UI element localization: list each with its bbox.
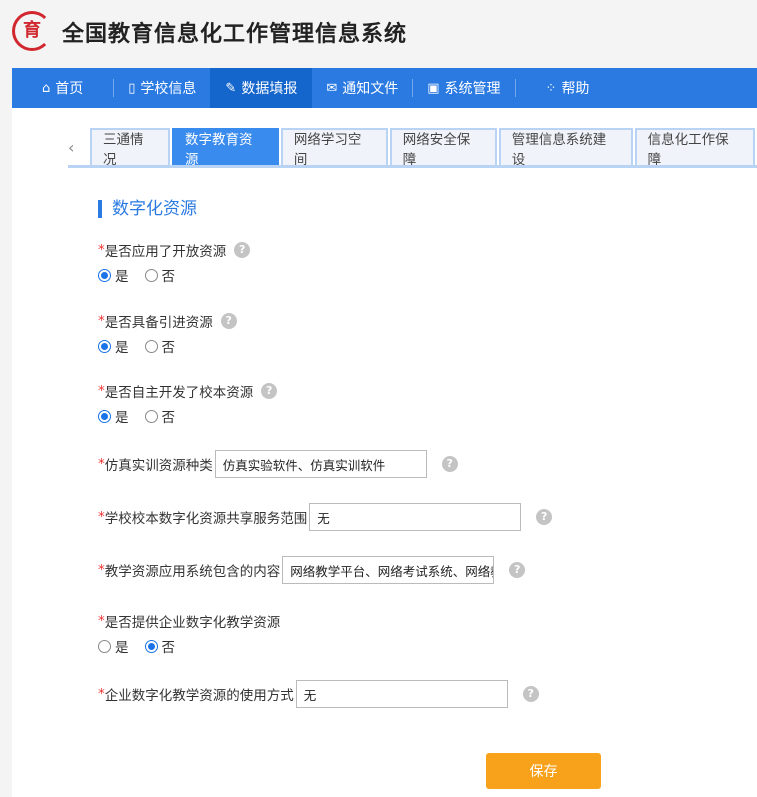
tab-digital-resources[interactable]: 数字教育资源	[171, 128, 279, 168]
save-button[interactable]: 保存	[486, 753, 601, 789]
radio-yes[interactable]: 是	[98, 265, 129, 285]
label-text: 教学资源应用系统包含的内容	[104, 564, 281, 580]
tab-underline	[68, 165, 757, 168]
help-icon[interactable]: ?	[441, 456, 458, 472]
usage-mode-input[interactable]: 无	[295, 680, 508, 708]
required-mark: *	[98, 456, 105, 472]
radio-button[interactable]	[144, 409, 158, 423]
nav-help[interactable]: ⁘ 帮助	[516, 68, 604, 108]
option-label: 是	[115, 640, 129, 656]
logo-icon: 育	[12, 11, 52, 51]
question-label: * 是否应用了开放资源?	[98, 240, 251, 260]
question-label: * 是否自主开发了校本资源?	[98, 381, 278, 401]
required-mark: *	[98, 613, 105, 629]
nav-label: 首页	[55, 81, 84, 97]
nav-system-admin[interactable]: ▣ 系统管理	[413, 68, 514, 108]
section-title: 数字化资源	[98, 200, 197, 218]
question-row: * 学校校本数字化资源共享服务范围无?	[98, 503, 553, 531]
radio-no[interactable]: 否	[144, 336, 176, 356]
nav-notices[interactable]: ✉ 通知文件	[312, 68, 412, 108]
system-content-input[interactable]: 网络教学平台、网络考试系统、网络教	[282, 556, 495, 584]
share-scope-input[interactable]: 无	[309, 503, 522, 531]
nav-home[interactable]: ⌂ 首页	[12, 68, 113, 108]
main-nav: ⌂ 首页 ▯ 学校信息 ✎ 数据填报 ✉ 通知文件 ▣ 系统管理 ⁘ 帮助	[12, 68, 757, 108]
monitor-icon: ▣	[427, 80, 440, 96]
radio-button[interactable]	[98, 639, 111, 653]
label-text: 是否具备引进资源	[104, 315, 213, 331]
radio-button[interactable]	[98, 339, 111, 353]
app-title: 全国教育信息化工作管理信息系统	[62, 22, 408, 47]
content-panel: ‹ 三通情况 数字教育资源 网络学习空间 网络安全保障 管理信息系统建设 信息化…	[12, 108, 757, 797]
help-icon[interactable]: ?	[220, 313, 237, 329]
radio-group: 是 否	[98, 265, 191, 285]
option-label: 否	[161, 269, 176, 285]
label-text: 是否应用了开放资源	[104, 244, 227, 260]
question-row: * 教学资源应用系统包含的内容 网络教学平台、网络考试系统、网络教?	[98, 556, 526, 584]
radio-no[interactable]: 否	[144, 265, 176, 285]
question-row: * 企业数字化教学资源的使用方式无?	[98, 680, 539, 708]
label-text: 是否自主开发了校本资源	[104, 385, 254, 401]
nav-label: 系统管理	[444, 81, 501, 97]
help-icon[interactable]: ?	[536, 509, 553, 525]
option-label: 否	[161, 340, 176, 356]
option-label: 是	[115, 340, 129, 356]
question-label: * 是否提供企业数字化教学资源	[98, 611, 280, 631]
nav-label: 学校信息	[140, 81, 197, 97]
help-icon[interactable]: ?	[261, 383, 278, 399]
radio-group: 是 否	[98, 336, 191, 356]
nav-label: 数据填报	[241, 81, 298, 97]
home-icon: ⌂	[42, 80, 51, 96]
question-label: * 是否具备引进资源?	[98, 311, 237, 331]
edit-icon: ✎	[225, 80, 237, 96]
nav-school-info[interactable]: ▯ 学校信息	[114, 68, 210, 108]
tab-learning-space[interactable]: 网络学习空间	[280, 128, 388, 168]
radio-no[interactable]: 否	[144, 636, 176, 656]
section-tabs: 三通情况 数字教育资源 网络学习空间 网络安全保障 管理信息系统建设 信息化工作…	[90, 128, 757, 168]
help-icon[interactable]: ?	[234, 242, 251, 258]
option-label: 否	[161, 410, 176, 426]
radio-yes[interactable]: 是	[98, 406, 129, 426]
nav-data-entry[interactable]: ✎ 数据填报	[210, 68, 313, 108]
mail-icon: ✉	[326, 80, 338, 96]
radio-yes[interactable]: 是	[98, 636, 129, 656]
radio-group: 是 否	[98, 406, 191, 426]
clipboard-icon: ▯	[128, 80, 136, 96]
nav-label: 通知文件	[342, 81, 399, 97]
question-row: * 仿真实训资源种类 仿真实验软件、仿真实训软件?	[98, 450, 458, 478]
label-text: 仿真实训资源种类	[104, 458, 213, 474]
radio-group: 是 否	[98, 636, 191, 656]
radio-no[interactable]: 否	[144, 406, 176, 426]
radio-button[interactable]	[98, 409, 111, 423]
required-mark: *	[98, 242, 105, 258]
required-mark: *	[98, 383, 105, 399]
option-label: 是	[115, 269, 129, 285]
tab-three-links[interactable]: 三通情况	[90, 128, 170, 168]
sim-resource-type-input[interactable]: 仿真实验软件、仿真实训软件	[214, 450, 427, 478]
label-text: 学校校本数字化资源共享服务范围	[104, 511, 308, 527]
tab-prev-chevron-icon[interactable]: ‹	[68, 138, 74, 157]
tab-network-security[interactable]: 网络安全保障	[389, 128, 497, 168]
nav-label: 帮助	[561, 81, 590, 97]
label-text: 企业数字化教学资源的使用方式	[104, 688, 294, 704]
option-label: 是	[115, 410, 129, 426]
required-mark: *	[98, 686, 105, 702]
help-icon[interactable]: ?	[522, 686, 539, 702]
radio-button[interactable]	[144, 339, 158, 353]
radio-yes[interactable]: 是	[98, 336, 129, 356]
help-icon[interactable]: ?	[509, 562, 526, 578]
tab-it-support[interactable]: 信息化工作保障	[634, 128, 756, 168]
app-header: 育 全国教育信息化工作管理信息系统	[0, 0, 757, 68]
option-label: 否	[161, 640, 176, 656]
required-mark: *	[98, 313, 105, 329]
radio-button[interactable]	[98, 268, 111, 282]
label-text: 是否提供企业数字化教学资源	[104, 615, 281, 631]
required-mark: *	[98, 509, 105, 525]
apps-icon: ⁘	[545, 80, 557, 96]
tab-mis[interactable]: 管理信息系统建设	[498, 128, 633, 168]
required-mark: *	[98, 562, 105, 578]
radio-button[interactable]	[144, 639, 158, 653]
radio-button[interactable]	[144, 268, 158, 282]
